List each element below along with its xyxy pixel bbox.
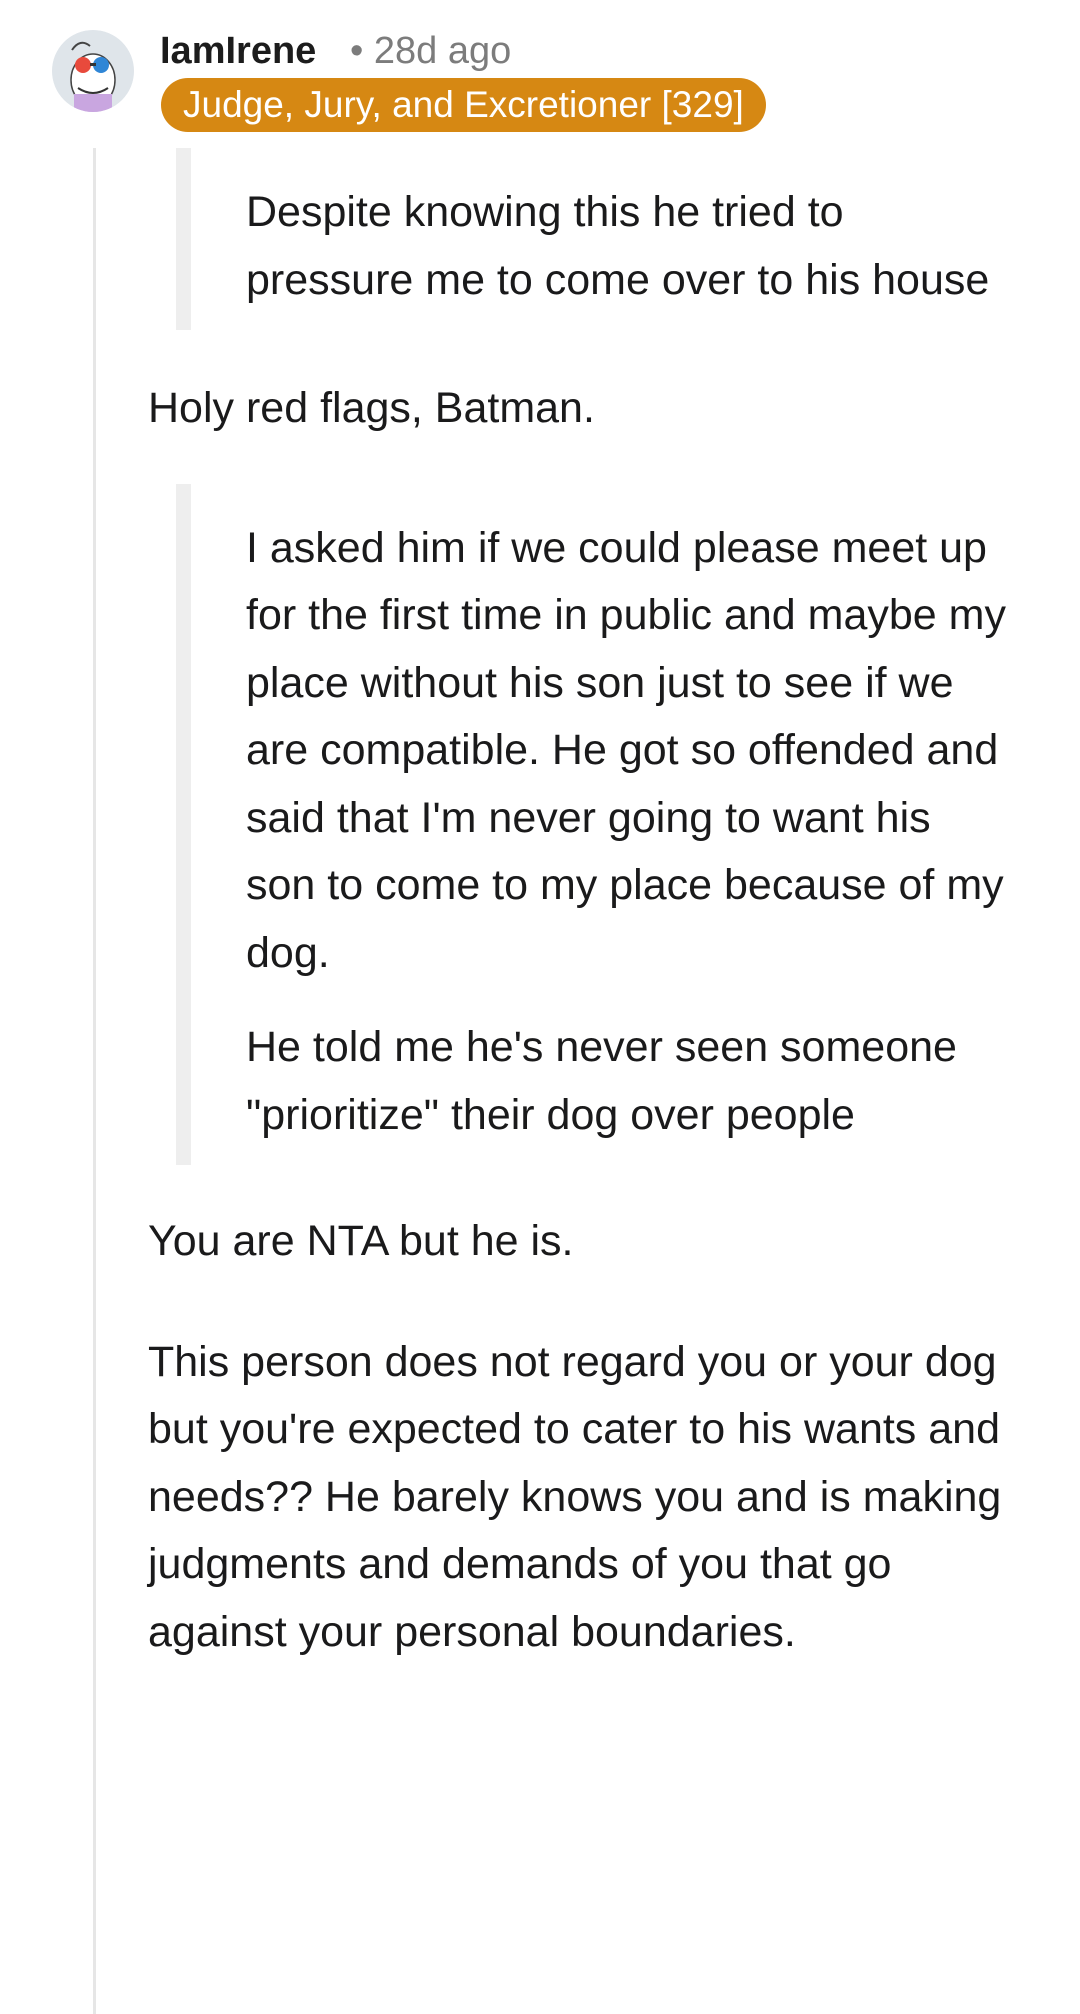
comment-body: Despite knowing this he tried to pressur… — [148, 148, 1008, 1666]
comment-age: 28d ago — [373, 30, 512, 72]
comment-text-1: Holy red flags, Batman. — [148, 384, 595, 432]
user-flair-badge: Judge, Jury, and Excretioner [329] — [161, 78, 766, 132]
blockquote-2-text-1: I asked him if we could please meet up f… — [246, 523, 1006, 977]
comment-text-3: This person does not regard you or your … — [148, 1337, 1002, 1656]
blockquote-2-text-2: He told me he's never seen someone "prio… — [246, 1023, 957, 1139]
blockquote-1: Despite knowing this he tried to pressur… — [176, 148, 1008, 330]
comment-meta: • 28d ago — [350, 26, 511, 76]
comment-author[interactable]: IamIrene — [160, 26, 316, 76]
user-avatar-icon[interactable] — [52, 30, 134, 112]
comment-header: IamIrene • 28d ago Judge, Jury, and Excr… — [0, 0, 1080, 140]
comment-text-2: You are NTA but he is. — [148, 1217, 574, 1265]
comment-thread-line[interactable] — [93, 148, 96, 2014]
blockquote-1-text: Despite knowing this he tried to pressur… — [246, 188, 990, 304]
blockquote-2: I asked him if we could please meet up f… — [176, 483, 1008, 1165]
meta-separator: • — [350, 30, 364, 72]
